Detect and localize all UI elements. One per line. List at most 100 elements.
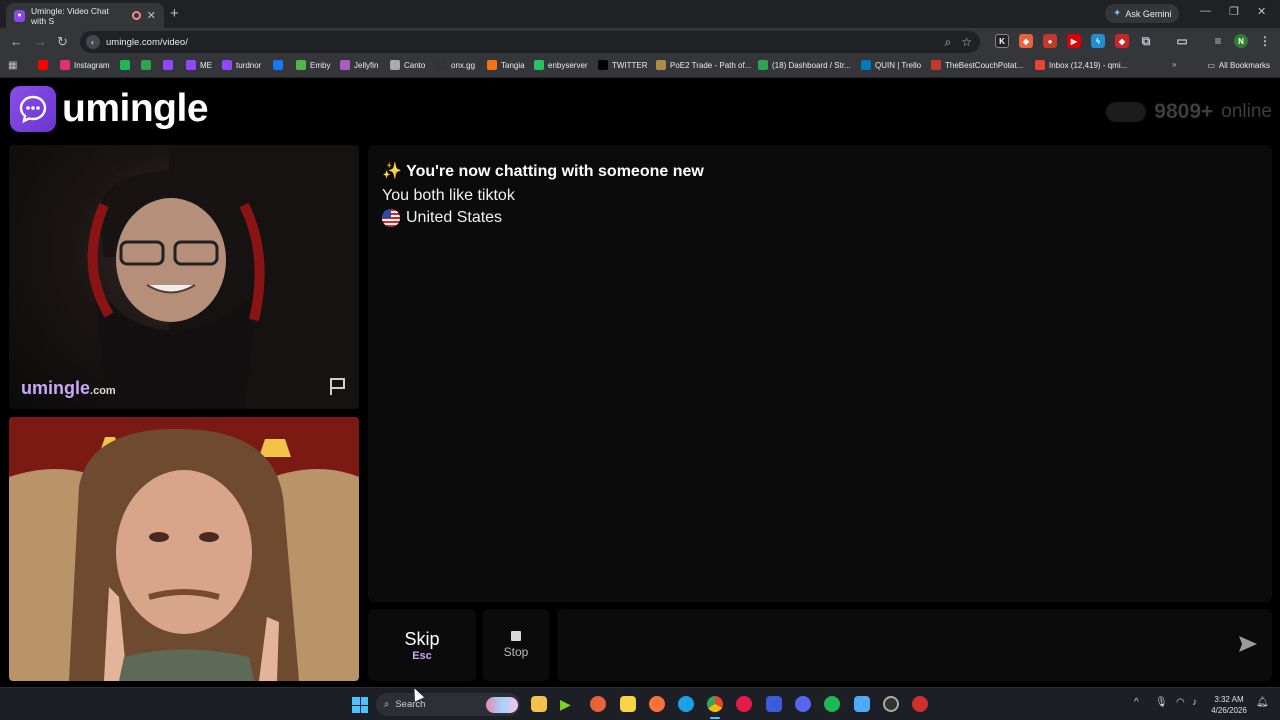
online-toggle[interactable] (1106, 102, 1147, 122)
bookmark-item[interactable]: QUIN | Trello (861, 60, 921, 70)
bookmark-favicon-icon (656, 60, 666, 70)
bookmark-favicon-icon (120, 60, 130, 70)
bookmark-favicon-icon (163, 60, 173, 70)
all-bookmarks-button[interactable]: ▭ All Bookmarks (1207, 61, 1270, 70)
address-bar[interactable]: ◐ umingle.com/video/ ⌕ ☆ (80, 31, 980, 53)
bookmark-item[interactable]: TheBestCouchPotat... (931, 60, 1023, 70)
sticky-notes-icon[interactable] (620, 696, 636, 712)
site-info-icon[interactable]: ◐ (86, 35, 100, 49)
search-highlight-art-icon (486, 696, 518, 713)
browser-toolbar: ← → ↻ ◐ umingle.com/video/ ⌕ ☆ K ◆ ● ▶ ϟ… (0, 28, 1280, 56)
send-message-icon[interactable] (1238, 635, 1258, 653)
taskbar-search-label: Search (395, 699, 426, 710)
wifi-icon[interactable]: ◠ (1176, 697, 1185, 708)
extension-youtube-icon[interactable]: ▶ (1067, 34, 1081, 48)
microphone-icon[interactable]: 🎙︎ (1155, 697, 1168, 708)
close-window-icon[interactable]: ✕ (1257, 5, 1266, 18)
close-tab-icon[interactable]: ✕ (147, 9, 156, 22)
edge-icon[interactable] (678, 696, 694, 712)
zoom-icon[interactable]: ⌕ (945, 35, 952, 50)
volume-icon[interactable]: ♪ (1192, 697, 1197, 708)
bookmark-item[interactable]: Jellyfin (340, 60, 378, 70)
bookmark-item[interactable]: Canto (390, 60, 425, 70)
bookmark-item[interactable] (120, 60, 130, 70)
ask-gemini-button[interactable]: ✦ Ask Gemini (1105, 4, 1180, 23)
extension-k-icon[interactable]: K (995, 34, 1009, 48)
new-tab-icon[interactable]: + (170, 5, 179, 22)
bookmark-favicon-icon (296, 60, 306, 70)
skip-button[interactable]: Skip Esc (368, 609, 476, 681)
report-flag-icon[interactable] (327, 375, 349, 397)
chat-panel: ✨ You're now chatting with someone new Y… (368, 145, 1272, 602)
umingle-logo[interactable]: umingle (10, 86, 209, 132)
bookmark-favicon-icon (390, 60, 400, 70)
chat-status-new-partner: ✨ You're now chatting with someone new (382, 163, 704, 180)
launcher-play-icon[interactable]: ▶ (560, 696, 576, 712)
windows-start-icon[interactable] (352, 697, 368, 713)
bookmark-label: (18) Dashboard / Str... (772, 60, 851, 70)
bookmark-item[interactable]: enbyserver (534, 60, 588, 70)
bookmark-label: TWITTER (612, 60, 648, 70)
bookmark-star-icon[interactable]: ☆ (961, 35, 972, 50)
clock-date: 4/26/2026 (1211, 706, 1247, 715)
bookmark-item[interactable]: (18) Dashboard / Str... (758, 60, 851, 70)
stop-label: Stop (503, 645, 529, 659)
forward-icon[interactable]: → (34, 34, 47, 49)
taskbar-search[interactable]: ⌕ Search (376, 693, 520, 716)
bookmark-item[interactable]: ME (186, 60, 212, 70)
notification-bell-icon[interactable]: 🔔︎ (1256, 697, 1269, 708)
bookmark-item[interactable]: Inbox (12,419) - qmi... (1035, 60, 1127, 70)
umingle-favicon-icon: ● (14, 9, 26, 22)
bookmark-item[interactable]: Tangia (487, 60, 525, 70)
extension-red-icon[interactable]: ● (1043, 34, 1057, 48)
bookmark-label: turdnor (236, 60, 262, 70)
browser-tab-umingle[interactable]: ● Umingle: Video Chat with S ✕ (6, 3, 164, 28)
extension-blue-icon[interactable]: ϟ (1091, 34, 1105, 48)
stop-button[interactable]: Stop (483, 609, 549, 681)
bookmark-favicon-icon (60, 60, 70, 70)
bookmark-item[interactable] (163, 60, 173, 70)
bookmark-favicon-icon (931, 60, 941, 70)
bookmark-item[interactable]: Emby (296, 60, 330, 70)
firefox-icon[interactable] (649, 696, 665, 712)
bookmark-item[interactable]: TWITTER (598, 60, 648, 70)
red-app-icon[interactable] (912, 696, 928, 712)
file-explorer-icon[interactable] (531, 696, 547, 712)
media-icon[interactable]: ▭ (1175, 34, 1189, 48)
bookmark-favicon-icon (534, 60, 544, 70)
discord-icon[interactable] (795, 696, 811, 712)
bookmark-item[interactable]: Instagram (60, 60, 110, 70)
extension-shield-icon[interactable]: ◆ (1115, 34, 1129, 48)
ask-gemini-label: Ask Gemini (1125, 8, 1172, 19)
message-input[interactable] (557, 609, 1272, 681)
opera-icon[interactable] (736, 696, 752, 712)
game-app-icon[interactable] (590, 696, 606, 712)
extension-fox-icon[interactable]: ◆ (1019, 34, 1033, 48)
bookmark-item[interactable]: onx.gg (437, 60, 475, 70)
bookmark-item[interactable] (141, 60, 151, 70)
chat-bubble-logo-icon (10, 86, 56, 132)
taskbar-clock[interactable]: 3:32 AM 4/26/2026 (1206, 694, 1252, 716)
bookmark-item[interactable] (273, 60, 283, 70)
obs-icon[interactable] (883, 696, 899, 712)
more-bookmarks-icon[interactable]: » (1172, 60, 1176, 69)
back-icon[interactable]: ← (10, 34, 23, 49)
spotify-icon[interactable] (824, 696, 840, 712)
chrome-icon[interactable] (707, 696, 723, 712)
menu-dots-icon[interactable]: ⋮ (1258, 34, 1272, 48)
tray-overflow-icon[interactable]: ^ (1134, 697, 1139, 708)
all-bookmarks-label: All Bookmarks (1218, 61, 1270, 70)
tab-search-icon[interactable]: ≡ (1211, 34, 1225, 48)
apps-grid-icon[interactable]: ▦ (8, 60, 17, 71)
local-video (9, 417, 359, 681)
bookmark-item[interactable]: turdnor (222, 60, 261, 70)
reload-icon[interactable]: ↻ (57, 34, 68, 50)
restore-window-icon[interactable]: ❐ (1229, 5, 1239, 18)
minimize-window-icon[interactable]: — (1200, 5, 1211, 17)
bookmark-item[interactable]: PoE2 Trade - Path of... (656, 60, 751, 70)
notepad-icon[interactable] (854, 696, 870, 712)
bookmark-item[interactable] (38, 60, 48, 70)
extensions-puzzle-icon[interactable]: ⧉ (1139, 34, 1153, 48)
profile-avatar-icon[interactable]: N (1234, 34, 1248, 48)
app-blue-icon[interactable] (766, 696, 782, 712)
